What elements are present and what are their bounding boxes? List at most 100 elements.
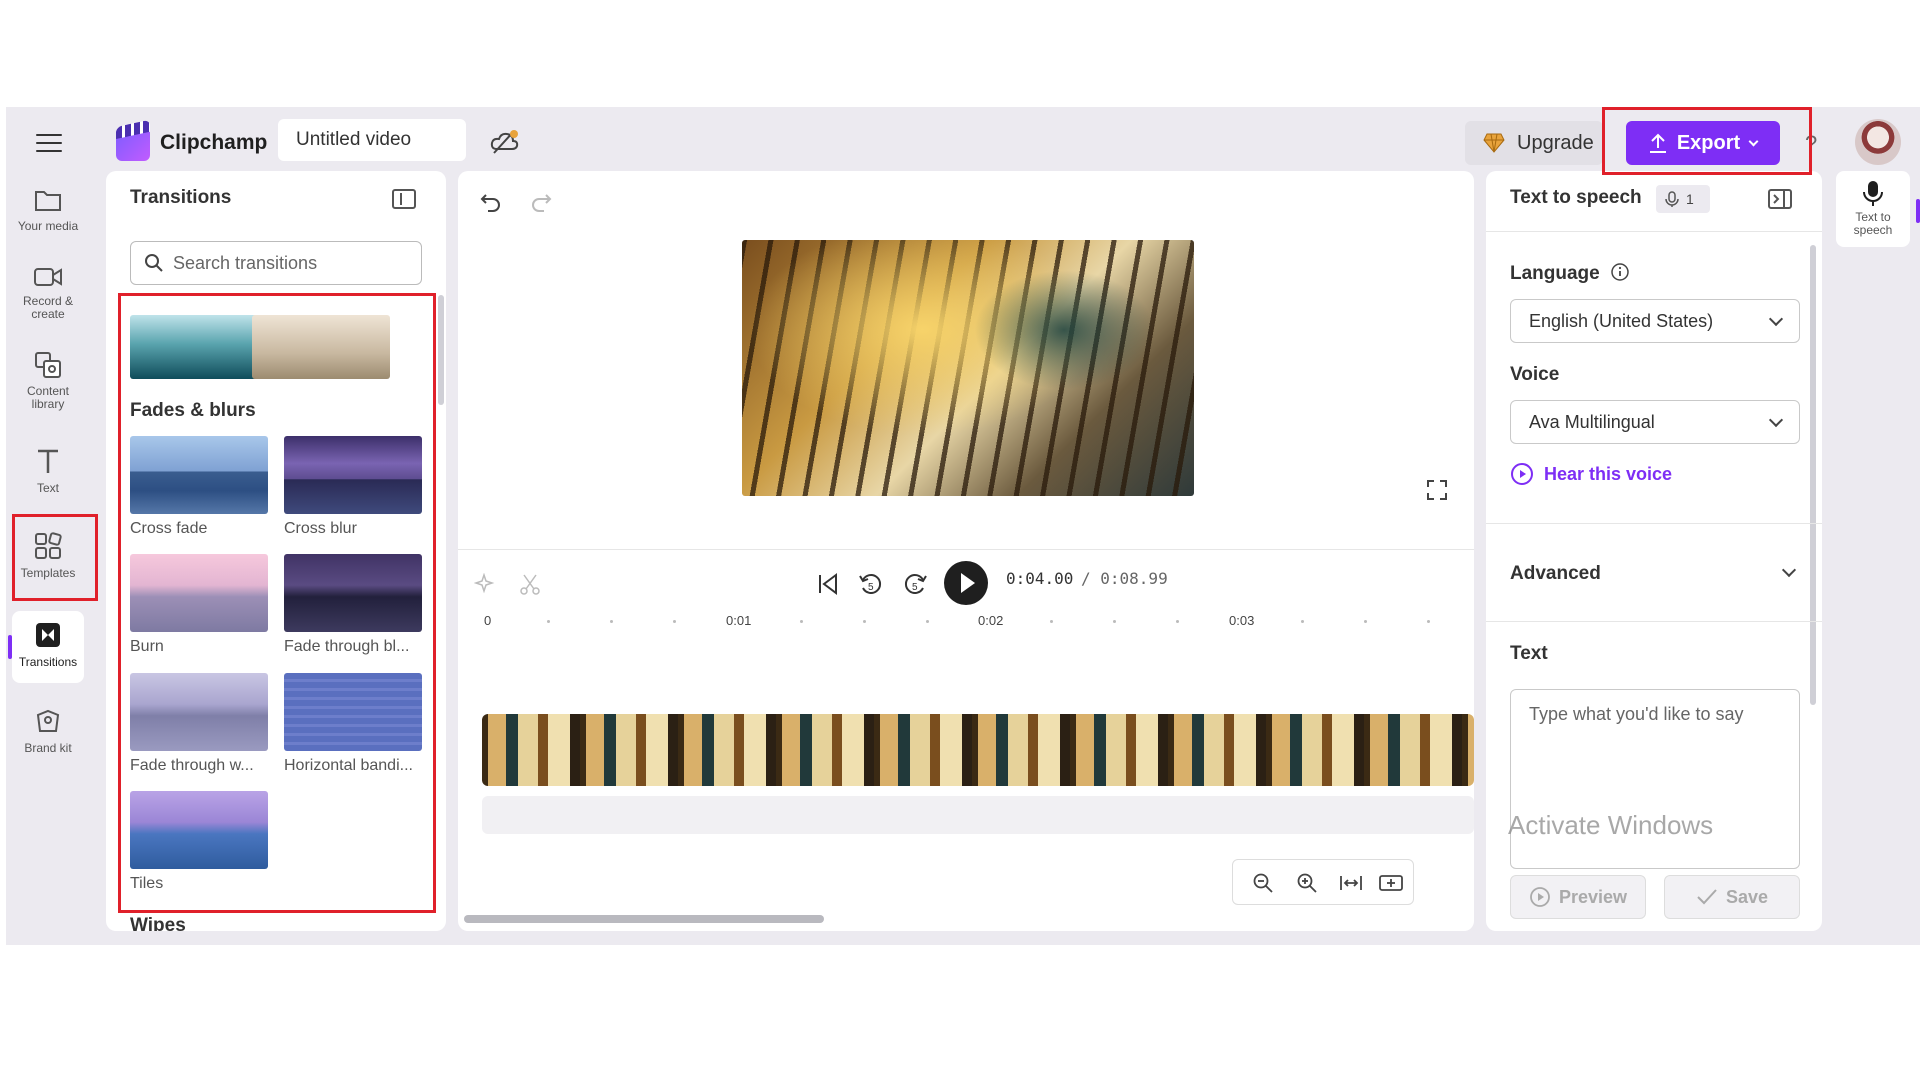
empty-track[interactable] [482,796,1474,834]
voice-count-badge: 1 [1656,185,1710,213]
search-input[interactable] [173,252,413,274]
speech-text-input[interactable] [1510,689,1800,869]
language-label-text: Language [1510,263,1600,284]
fullscreen-icon[interactable] [1426,479,1448,501]
text-label: Text [1510,643,1548,664]
undo-icon[interactable] [480,191,502,213]
scissors-icon[interactable] [518,573,542,597]
hear-voice-label: Hear this voice [1544,463,1673,484]
ruler-tick [1364,620,1367,623]
rail-brand-kit[interactable]: Brand kit [12,707,84,767]
panel-title: Text to speech [1510,187,1642,208]
add-track-icon[interactable] [1379,873,1403,893]
timeline-scrollbar[interactable] [464,915,824,923]
menu-icon[interactable] [36,130,62,156]
cloud-sync-icon[interactable] [490,129,520,155]
voice-select[interactable]: Ava Multilingual [1510,400,1800,444]
magic-icon[interactable] [474,573,498,597]
ruler-tick [547,620,550,623]
ruler-label: 0:02 [978,613,1004,628]
diamond-icon [1483,133,1505,153]
language-select[interactable]: English (United States) [1510,299,1800,343]
forward-5-icon[interactable]: 5 [902,571,928,597]
panel-scrollbar[interactable] [438,295,444,405]
ruler-label: 0:03 [1229,613,1255,628]
folder-icon [35,191,61,211]
rail-label: Content library [26,384,70,411]
rail-your-media[interactable]: Your media [12,187,84,255]
rail-label: Record & create [22,294,74,321]
rail-label: Brand kit [24,741,72,755]
panel-scrollbar[interactable] [1810,245,1816,705]
divider [1486,231,1822,232]
text-icon [38,449,58,473]
zoom-out-icon[interactable] [1253,873,1273,893]
collapse-panel-icon[interactable] [392,189,416,209]
rail-label: Text to speech [1853,210,1893,237]
voice-value: Ava Multilingual [1529,412,1655,432]
upgrade-button[interactable]: Upgrade [1465,121,1603,165]
preview-label: Preview [1558,886,1628,907]
ruler-tick [1301,620,1304,623]
play-button[interactable] [944,561,988,605]
language-value: English (United States) [1529,311,1714,331]
rewind-5-icon[interactable]: 5 [858,571,884,597]
skip-back-icon[interactable] [816,572,840,596]
video-preview[interactable] [742,240,1194,496]
rail-record-create[interactable]: Record & create [12,265,84,333]
advanced-label[interactable]: Advanced [1510,563,1601,585]
brand-kit-icon [36,709,60,732]
video-clip-track[interactable] [482,714,1474,786]
zoom-in-icon[interactable] [1297,873,1317,893]
save-label: Save [1725,886,1769,907]
language-label: Language [1510,263,1629,285]
voice-count: 1 [1686,191,1694,207]
hear-voice-link[interactable]: Hear this voice [1510,462,1672,486]
avatar[interactable] [1855,119,1901,165]
rail-text-to-speech[interactable]: Text to speech [1836,171,1910,247]
total-time: / 0:08.99 [1081,569,1168,588]
ruler-tick [1176,620,1179,623]
collapse-panel-icon[interactable] [1768,189,1792,209]
chevron-down-icon[interactable] [1781,562,1797,578]
ruler-label: 0:01 [726,613,752,628]
divider [1486,621,1822,622]
editor-area: 5 5 0:04.00 / 0:08.99 0 0:01 0:02 0:03 [458,171,1474,931]
rail-text[interactable]: Text [12,447,84,507]
voice-label: Voice [1510,364,1560,385]
fit-timeline-icon[interactable] [1339,873,1363,893]
transitions-icon [36,623,60,647]
current-time: 0:04.00 [1006,569,1074,588]
rail-label: Your media [17,219,79,233]
preview-button[interactable]: Preview [1510,875,1646,919]
play-circle-icon [1511,463,1533,485]
zoom-controls [1232,859,1414,905]
rail-content-library[interactable]: Content library [12,351,84,421]
highlight-export [1602,107,1812,175]
app-name: Clipchamp [160,131,268,154]
ruler-tick [863,620,866,623]
svg-text:5: 5 [912,582,918,593]
project-title-input[interactable]: Untitled video [278,119,466,161]
save-button[interactable]: Save [1664,875,1800,919]
check-icon [1697,889,1717,905]
rail-transitions[interactable]: Transitions [12,611,84,683]
panel-title: Transitions [130,187,232,208]
search-icon [145,254,163,272]
divider [458,549,1474,550]
search-box[interactable] [130,241,422,285]
divider [1486,523,1822,524]
highlight-transitions-grid [118,293,436,913]
microphone-icon [1863,181,1883,206]
clipchamp-logo-icon [116,127,150,161]
rail-label: Text [36,481,59,495]
windows-watermark: Activate Windows [1508,810,1714,840]
info-icon[interactable] [1611,263,1629,281]
redo-icon[interactable] [530,191,552,213]
rail-label: Transitions [18,655,78,669]
ruler-tick [1113,620,1116,623]
ruler-tick [610,620,613,623]
chevron-down-icon [1768,311,1784,327]
chevron-down-icon [1768,412,1784,428]
library-icon [35,352,61,378]
